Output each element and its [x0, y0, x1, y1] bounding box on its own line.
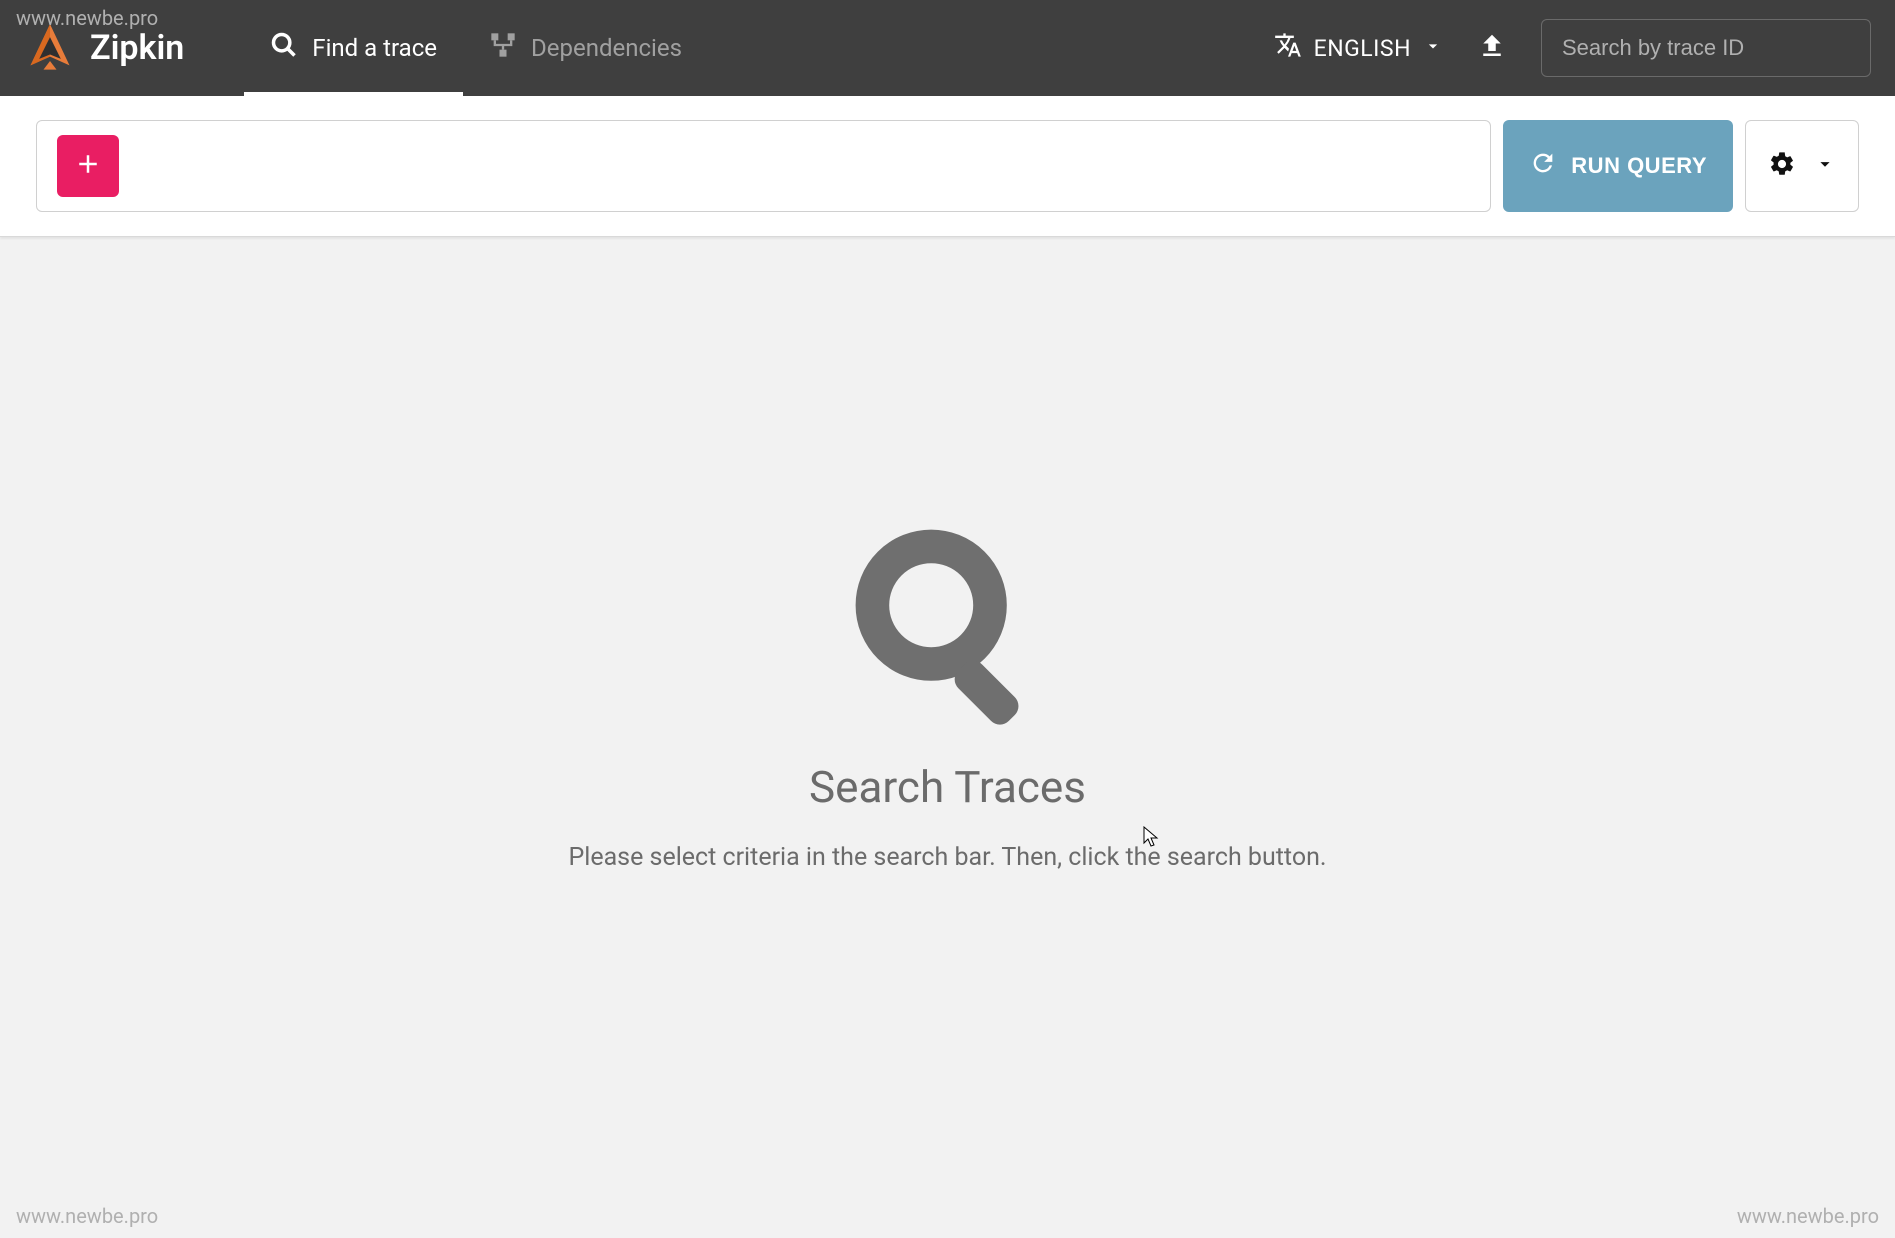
search-icon — [270, 31, 298, 65]
upload-icon — [1477, 31, 1507, 65]
empty-state-subtitle: Please select criteria in the search bar… — [568, 843, 1326, 872]
add-criteria-button[interactable] — [57, 135, 119, 197]
nav-tabs: Find a trace Dependencies — [244, 0, 708, 96]
empty-state: Search Traces Please select criteria in … — [0, 517, 1895, 872]
run-query-button[interactable]: RUN QUERY — [1503, 120, 1733, 212]
run-query-label: RUN QUERY — [1571, 153, 1707, 179]
dependencies-icon — [489, 31, 517, 65]
gear-icon — [1768, 150, 1796, 182]
trace-id-search-input[interactable] — [1541, 19, 1871, 77]
translate-icon — [1274, 31, 1302, 65]
watermark-bottom-right: www.newbe.pro — [1737, 1204, 1879, 1228]
criteria-bar[interactable] — [36, 120, 1491, 212]
refresh-icon — [1529, 149, 1557, 183]
query-settings-button[interactable] — [1745, 120, 1859, 212]
tab-label: Find a trace — [312, 34, 437, 62]
chevron-down-icon — [1423, 35, 1443, 62]
empty-state-title: Search Traces — [809, 761, 1086, 813]
upload-button[interactable] — [1477, 31, 1507, 65]
language-label: ENGLISH — [1314, 35, 1411, 62]
watermark-top-left: www.newbe.pro — [16, 6, 158, 30]
brand-name: Zipkin — [90, 28, 184, 68]
search-icon — [843, 517, 1053, 731]
plus-icon — [73, 149, 103, 183]
language-selector[interactable]: ENGLISH — [1274, 31, 1443, 65]
chevron-down-icon — [1814, 153, 1836, 179]
tab-label: Dependencies — [531, 34, 682, 62]
query-toolbar: RUN QUERY — [0, 96, 1895, 237]
tab-find-trace[interactable]: Find a trace — [244, 0, 463, 96]
tab-dependencies[interactable]: Dependencies — [463, 0, 708, 96]
app-header: Zipkin Find a trace Dependencies — [0, 0, 1895, 96]
watermark-bottom-left: www.newbe.pro — [16, 1204, 158, 1228]
